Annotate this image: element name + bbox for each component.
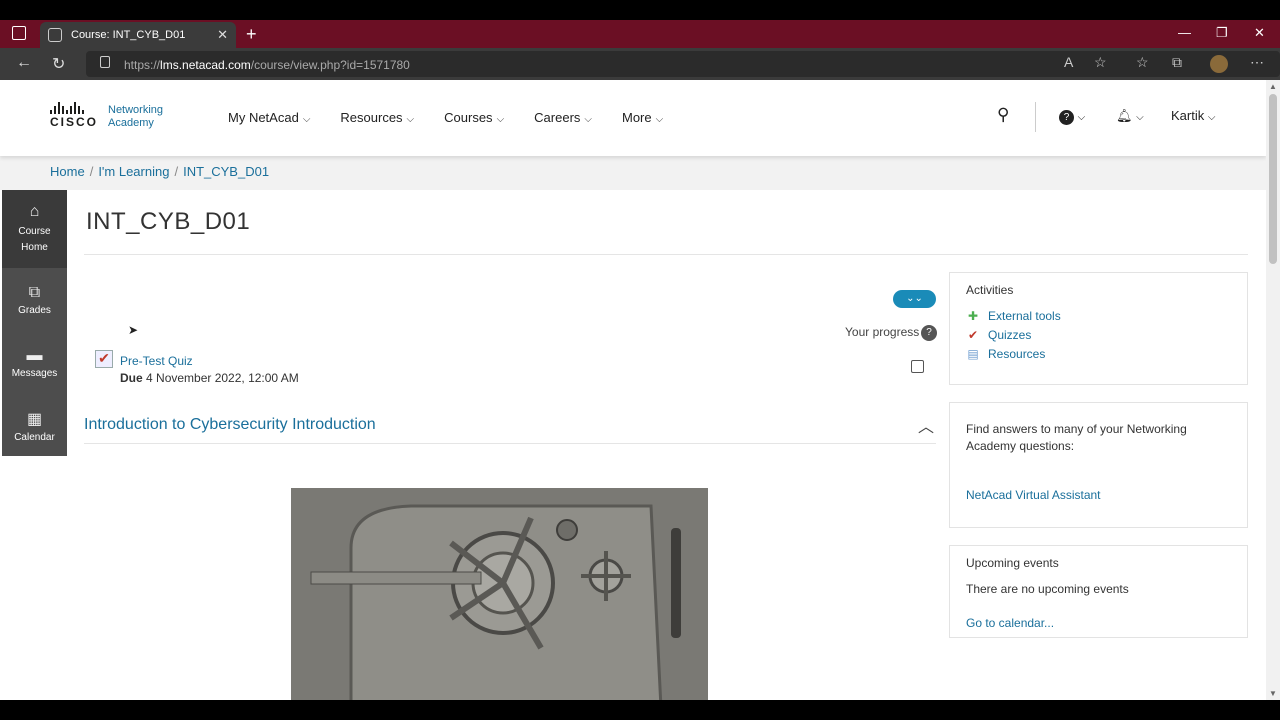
activities-card: Activities ✚ External tools ✔ Quizzes ▤ Res… <box>949 272 1248 385</box>
go-to-calendar-link[interactable]: Go to calendar... <box>966 616 1054 630</box>
grades-icon: ⧉ <box>28 283 41 301</box>
cisco-bars-icon <box>50 102 98 114</box>
activity-resources[interactable]: ▤ Resources <box>966 347 1231 361</box>
profile-avatar[interactable] <box>1210 55 1228 73</box>
breadcrumb-learning[interactable]: I'm Learning <box>98 164 169 179</box>
quiz-link[interactable]: Pre-Test Quiz <box>120 354 193 368</box>
calendar-icon: ▦ <box>26 410 43 428</box>
progress-label: Your progress <box>845 325 920 339</box>
more-options-icon[interactable]: ⋯ <box>1250 54 1264 71</box>
favorites-icon[interactable]: ☆ <box>1136 54 1149 71</box>
bottom-bar <box>0 700 1280 720</box>
logo-subtitle: Networking Academy <box>108 104 164 129</box>
nav-my-netacad[interactable]: My NetAcad ⌵ <box>228 110 310 125</box>
breadcrumb: Home / I'm Learning / INT_CYB_D01 <box>0 156 1266 190</box>
new-tab-icon[interactable]: + <box>246 24 257 45</box>
main-nav: My NetAcad ⌵ Resources ⌵ Courses ⌵ Careers ⌵… <box>228 110 693 125</box>
upcoming-events-card: Upcoming events There are no upcoming ev… <box>949 545 1248 638</box>
messages-icon: ▬ <box>26 346 43 364</box>
header-divider <box>1035 102 1036 132</box>
refresh-icon[interactable]: ↻ <box>52 54 65 74</box>
web-page: CISCO Networking Academy My NetAcad ⌵ Reso… <box>0 80 1266 700</box>
restore-icon[interactable]: ❐ <box>1216 25 1228 41</box>
sidebar-item-messages[interactable]: ▬ Messages <box>2 331 67 394</box>
breadcrumb-home[interactable]: Home <box>50 164 85 179</box>
scroll-down-icon[interactable]: ▼ <box>1269 689 1277 698</box>
course-sidebar: ⌂ Course Home ⧉ Grades ▬ Messages ▦ Cale… <box>2 190 67 456</box>
nav-courses[interactable]: Courses ⌵ <box>444 110 504 125</box>
site-header: CISCO Networking Academy My NetAcad ⌵ Reso… <box>0 80 1266 156</box>
completion-checkbox[interactable] <box>911 360 924 373</box>
scrollbar-thumb[interactable] <box>1269 94 1277 264</box>
activities-heading: Activities <box>966 283 1014 297</box>
page-scrollbar[interactable]: ▲ ▼ <box>1266 80 1280 700</box>
favicon-icon <box>48 28 62 42</box>
title-divider <box>84 254 1248 255</box>
nav-more[interactable]: More ⌵ <box>622 110 663 125</box>
sidebar-item-grades[interactable]: ⧉ Grades <box>2 268 67 331</box>
sidebar-item-label: Grades <box>18 304 51 316</box>
nav-resources[interactable]: Resources ⌵ <box>340 110 414 125</box>
sidebar-item-calendar[interactable]: ▦ Calendar <box>2 394 67 457</box>
url-text: https://lms.netacad.com/course/view.php?… <box>124 58 410 72</box>
sidebar-item-label: Course Home <box>18 225 51 253</box>
scroll-up-icon[interactable]: ▲ <box>1269 82 1277 91</box>
mouse-cursor-icon: ➤ <box>128 323 139 337</box>
user-menu[interactable]: Kartik ⌵ <box>1171 108 1215 123</box>
close-window-icon[interactable]: ✕ <box>1254 25 1265 41</box>
vault-door-image <box>291 488 708 700</box>
puzzle-icon: ✚ <box>967 309 979 323</box>
help-text: Find answers to many of your Networking … <box>966 422 1187 453</box>
minimize-icon[interactable]: — <box>1178 25 1191 40</box>
section-divider <box>84 443 936 444</box>
collections-icon[interactable]: ⧉ <box>1172 54 1182 71</box>
section-title[interactable]: Introduction to Cybersecurity Introducti… <box>84 416 376 434</box>
notifications-icon[interactable]: 🔔︎ ⌵ <box>1116 108 1144 124</box>
activity-quizzes[interactable]: ✔ Quizzes <box>966 328 1231 342</box>
tab-title: Course: INT_CYB_D01 <box>71 29 186 41</box>
progress-help-icon[interactable]: ? <box>921 325 937 341</box>
activity-external-tools[interactable]: ✚ External tools <box>966 309 1231 323</box>
file-icon: ▤ <box>967 347 979 361</box>
sidebar-item-label: Calendar <box>14 431 55 443</box>
browser-toolbar: ← ↻ https://lms.netacad.com/course/view.… <box>0 48 1280 80</box>
search-icon[interactable]: ⚲ <box>997 105 1009 125</box>
sidebar-item-label: Messages <box>11 367 58 379</box>
breadcrumb-course[interactable]: INT_CYB_D01 <box>183 164 269 179</box>
tab-actions-icon[interactable] <box>12 26 26 40</box>
read-aloud-icon[interactable]: A <box>1064 54 1073 70</box>
quiz-due-date: Due 4 November 2022, 12:00 AM <box>120 371 299 385</box>
add-favorite-icon[interactable]: ☆ <box>1094 54 1107 71</box>
browser-tab[interactable]: Course: INT_CYB_D01 ✕ <box>40 22 236 48</box>
nav-careers[interactable]: Careers ⌵ <box>534 110 592 125</box>
events-empty-text: There are no upcoming events <box>966 582 1129 596</box>
page-title: INT_CYB_D01 <box>86 208 251 235</box>
screen: Course: INT_CYB_D01 ✕ + — ❐ ✕ ← ↻ https:… <box>0 0 1280 720</box>
cisco-logo[interactable]: CISCO Networking Academy <box>50 102 163 129</box>
collapse-all-button[interactable]: ⌄⌄ <box>893 290 936 308</box>
sidebar-item-course-home[interactable]: ⌂ Course Home <box>2 190 67 268</box>
virtual-assistant-link[interactable]: NetAcad Virtual Assistant <box>966 488 1101 502</box>
home-icon: ⌂ <box>29 202 40 220</box>
close-tab-icon[interactable]: ✕ <box>217 27 228 43</box>
quiz-icon: ✔ <box>95 350 113 368</box>
help-menu-icon[interactable]: ? ⌵ <box>1059 108 1085 125</box>
logo-brand: CISCO <box>50 115 99 129</box>
back-icon[interactable]: ← <box>16 54 32 72</box>
quiz-icon: ✔ <box>967 328 979 342</box>
lock-icon <box>100 56 110 68</box>
browser-tab-bar: Course: INT_CYB_D01 ✕ + — ❐ ✕ <box>0 20 1280 48</box>
events-heading: Upcoming events <box>966 556 1059 570</box>
help-card: Find answers to many of your Networking … <box>949 402 1248 528</box>
chevron-up-icon[interactable]: ︿ <box>918 413 934 437</box>
